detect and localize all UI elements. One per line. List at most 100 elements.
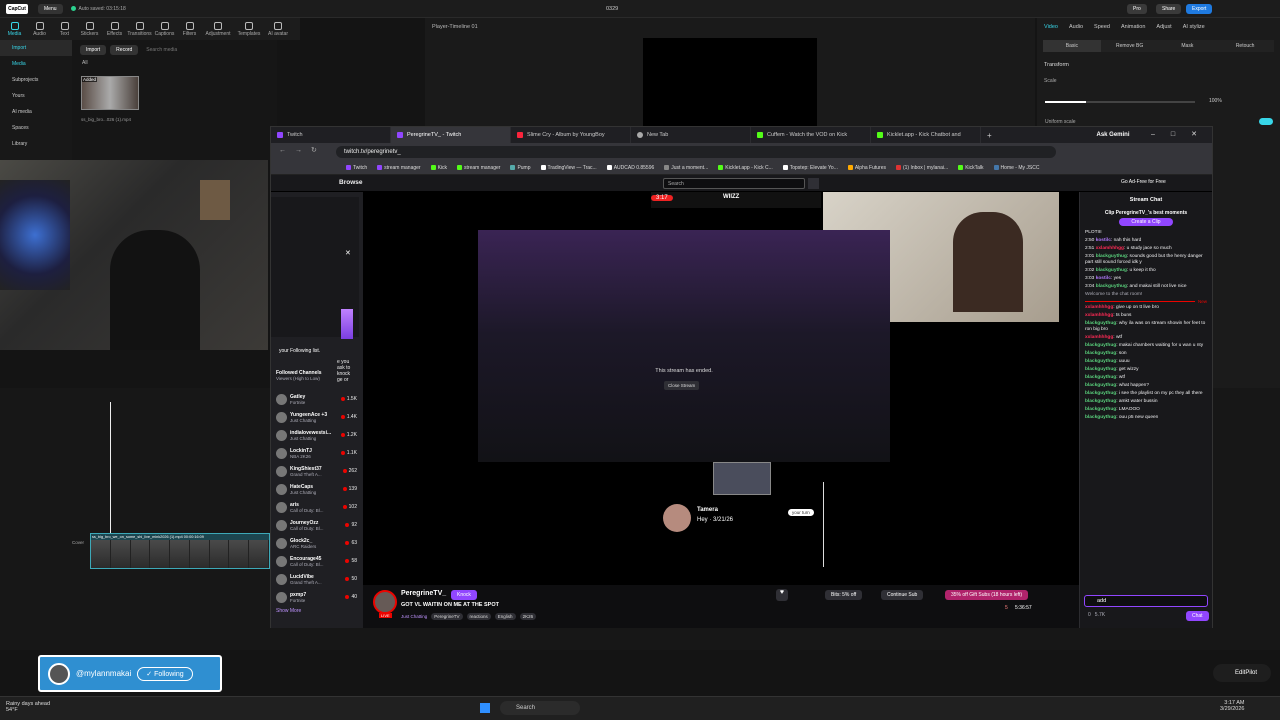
subtab-mask[interactable]: Mask — [1159, 43, 1217, 49]
tool-media[interactable]: Media — [2, 21, 27, 37]
taskbar-search[interactable]: Search — [500, 701, 580, 715]
cover-label[interactable]: Cover — [72, 540, 84, 545]
category-link[interactable]: Just Chatting — [401, 614, 427, 619]
channel-item[interactable]: indialovewestsi... Just Chatting 1.2K — [271, 426, 363, 444]
channel-item[interactable]: Gatley Fortnite 1.5K — [271, 390, 363, 408]
tool-templates[interactable]: Templates — [234, 21, 264, 37]
export-button[interactable]: Export — [1186, 3, 1213, 14]
create-clip-button[interactable]: Create a Clip — [1119, 218, 1173, 226]
maximize-icon[interactable]: □ — [1171, 131, 1175, 138]
tool-ai-avatar[interactable]: AI avatar — [264, 21, 292, 37]
record-button[interactable]: Record — [110, 45, 139, 55]
media-thumbnail[interactable]: Added — [81, 76, 139, 110]
following-button[interactable]: ✓ Following — [137, 666, 193, 681]
search-icon[interactable] — [808, 178, 819, 189]
tool-filters[interactable]: Filters — [177, 21, 202, 37]
playhead[interactable] — [110, 402, 111, 552]
tool-text[interactable]: Text — [52, 21, 77, 37]
tag[interactable]: reactions — [466, 613, 491, 620]
channel-item[interactable]: JourneyOzz Call of Duty: Bl... 92 — [271, 516, 363, 534]
popup-close-icon[interactable]: ✕ — [345, 249, 351, 257]
tag[interactable]: PeregrineTV — [431, 613, 463, 620]
bookmark[interactable]: stream manager — [452, 165, 505, 171]
browse-link[interactable]: Browse — [339, 179, 362, 186]
share-button[interactable]: Share — [1156, 3, 1182, 14]
bookmark[interactable]: Kick — [426, 165, 452, 171]
nav-spaces[interactable]: Spaces — [0, 120, 72, 136]
timeline-clip[interactable]: ss_big_bro_we_on_some_shi_live_mink2026 … — [90, 533, 270, 569]
tab-peregrinetv[interactable]: PeregrineTV_ - Twitch — [391, 127, 511, 143]
subtab-remove-bg[interactable]: Remove BG — [1101, 43, 1159, 49]
tab-kicklet[interactable]: Kicklet.app - Kick Chatbot and — [871, 127, 981, 143]
start-icon[interactable] — [480, 703, 490, 713]
transform-section[interactable]: Transform — [1044, 62, 1273, 68]
tab-ai-stylize[interactable]: AI stylize — [1183, 24, 1205, 30]
scale-slider[interactable] — [1045, 101, 1195, 103]
channel-item[interactable]: YungeenAce +3 Just Chatting 1.4K — [271, 408, 363, 426]
channel-item[interactable]: LockinTJ NBA 2K26 1.1K — [271, 444, 363, 462]
tab-animation[interactable]: Animation — [1121, 24, 1145, 30]
bookmark[interactable]: Kicklet.app - Kick C... — [713, 165, 778, 171]
bookmark[interactable]: AUDCAD 0.85596 — [602, 165, 660, 171]
pro-button[interactable]: Pro — [1127, 3, 1147, 14]
channel-item[interactable]: KingShiest37 Grand Theft A... 262 — [271, 462, 363, 480]
tab-video[interactable]: Video — [1044, 24, 1058, 30]
chat-send-button[interactable]: Chat — [1186, 611, 1209, 621]
knock-button[interactable]: Knock — [451, 590, 477, 600]
tool-adjustment[interactable]: Adjustment — [202, 21, 234, 37]
heart-icon[interactable]: ♥ — [776, 589, 788, 601]
show-more-link[interactable]: Show More — [271, 606, 363, 616]
tab-cuffem[interactable]: Cuffem - Watch the VOD on Kick — [751, 127, 871, 143]
nav-media[interactable]: Media — [0, 56, 72, 72]
gift-subs-button[interactable]: 35% off Gift Subs (18 hours left) — [945, 590, 1029, 600]
channel-item[interactable]: aris Call of Duty: Bl... 102 — [271, 498, 363, 516]
weather[interactable]: Rainy days ahead 54°F — [6, 701, 50, 713]
streamer-avatar[interactable] — [373, 590, 397, 614]
nav-yours[interactable]: Yours — [0, 88, 72, 104]
tool-stickers[interactable]: Stickers — [77, 21, 102, 37]
ask-gemini-button[interactable]: Ask Gemini — [1078, 127, 1148, 143]
channel-item[interactable]: pxmp7 Fortnite 40 — [271, 588, 363, 606]
bookmark[interactable]: Twitch — [341, 165, 372, 171]
bits-button[interactable]: Bits: 5% off — [825, 590, 863, 600]
minimize-icon[interactable]: – — [1151, 131, 1155, 138]
tool-captions[interactable]: Captions — [152, 21, 177, 37]
tab-audio[interactable]: Audio — [1069, 24, 1083, 30]
channel-points[interactable]: 0 5.7K — [1088, 612, 1105, 618]
back-icon[interactable]: ← — [279, 147, 286, 154]
tab-twitch[interactable]: Twitch — [271, 127, 391, 143]
tab-slime-cry[interactable]: Slime Cry - Album by YoungBoy — [511, 127, 631, 143]
subtab-retouch[interactable]: Retouch — [1216, 43, 1274, 49]
media-search-input[interactable]: Search media — [146, 47, 177, 53]
tab-adjust[interactable]: Adjust — [1156, 24, 1171, 30]
chat-input[interactable]: add — [1084, 595, 1208, 607]
tool-effects[interactable]: Effects — [102, 21, 127, 37]
twitch-search-input[interactable]: Search — [663, 178, 805, 189]
tab-speed[interactable]: Speed — [1094, 24, 1110, 30]
bookmark[interactable]: Alpha Futures — [843, 165, 891, 171]
bookmark[interactable]: (1) Inbox | mylanai... — [891, 165, 953, 171]
tab-new[interactable]: New Tab — [631, 127, 751, 143]
close-icon[interactable]: ✕ — [1191, 130, 1197, 138]
video-player[interactable]: 3:17 WIIZZ This stream has ended. Close … — [363, 192, 1079, 585]
bookmark[interactable]: Home - My JSCC — [989, 165, 1045, 171]
tag[interactable]: English — [494, 613, 516, 620]
bookmark[interactable]: Just a moment... — [659, 165, 713, 171]
ad-free-button[interactable]: Go Ad-Free for Free — [1121, 179, 1166, 185]
tool-transitions[interactable]: Transitions — [127, 21, 152, 37]
bookmark[interactable]: Topstep: Elevate Yo... — [778, 165, 843, 171]
nav-library[interactable]: Library — [0, 136, 72, 152]
channel-item[interactable]: Encourage45 Call of Duty: Bl... 58 — [271, 552, 363, 570]
streamer-name[interactable]: PeregrineTV_ — [401, 590, 446, 597]
bookmark[interactable]: TradingView — Trac... — [536, 165, 602, 171]
channel-item[interactable]: Glock2c_ ARC Raiders 63 — [271, 534, 363, 552]
tag[interactable]: 2K26 — [519, 613, 537, 620]
channel-item[interactable]: HateCaps Just Chatting 139 — [271, 480, 363, 498]
forward-icon[interactable]: → — [295, 147, 302, 154]
clock[interactable]: 3:17 AM 3/29/2026 — [1220, 700, 1244, 712]
editpilot-badge[interactable]: EditPilot — [1213, 664, 1271, 682]
uniform-scale-toggle[interactable] — [1259, 118, 1273, 125]
scale-value[interactable]: 100% — [1209, 98, 1222, 104]
tool-audio[interactable]: Audio — [27, 21, 52, 37]
nav-import[interactable]: Import — [0, 40, 72, 56]
